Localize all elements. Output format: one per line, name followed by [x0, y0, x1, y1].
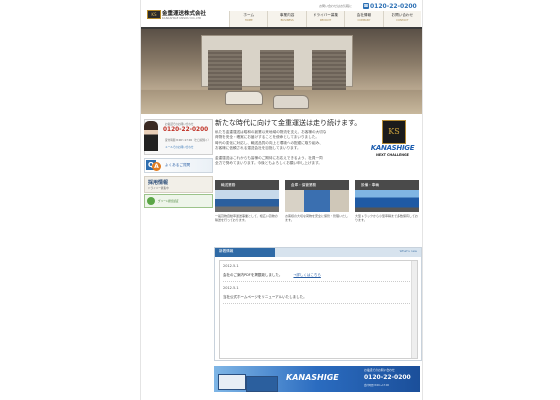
- global-nav: ホーム HOME 事業内容 BUSINESS ドライバー募集 RECRUIT 会社情報…: [229, 11, 422, 27]
- service-desc: 一般貨物自動車運送事業として、幅広い貨物の輸送を行っております。: [215, 214, 278, 223]
- green-cert-label: グリーン経営認証: [158, 200, 179, 203]
- footer-hours: 受付時間 8:00〜17:00: [364, 384, 389, 387]
- nav-label-en: RECRUIT: [319, 19, 332, 22]
- recruit-sub: ドライバー募集中: [148, 187, 169, 190]
- intro-line: 全力で努めてまいります。今後ともよろしくお願い申し上げます。: [215, 161, 322, 165]
- garage-door: [208, 50, 242, 90]
- nav-recruit[interactable]: ドライバー募集 RECRUIT: [305, 11, 345, 27]
- service-title: 倉庫・保管業務: [285, 180, 349, 190]
- brand-logo: KS KANASHIGE NEXT CHALLENGE: [370, 120, 415, 160]
- news-date: 2012.5.1: [223, 286, 239, 290]
- sidebar-phone-number[interactable]: 0120-22-0200: [163, 127, 208, 133]
- recruit-banner[interactable]: 採用情報 ドライバー募集中: [144, 176, 213, 193]
- green-cert-banner[interactable]: グリーン経営認証: [144, 194, 213, 208]
- news-divider: [223, 281, 414, 282]
- truck-image: [246, 376, 278, 392]
- sidebar-contact-label: お電話でのお問い合わせ: [165, 123, 194, 126]
- faq-label: よくあるご質問: [165, 163, 191, 167]
- inquiry-label: お問い合わせはお気軽に: [319, 4, 353, 8]
- nav-label: ドライバー募集: [312, 13, 339, 17]
- service-card-transport[interactable]: 輸送業務 一般貨物自動車運送事業として、幅広い貨物の輸送を行っております。: [215, 180, 279, 235]
- service-card-equipment[interactable]: 設備・車輌 大型トラックから小型車輌まで多数保有しております。: [355, 180, 419, 235]
- nav-home[interactable]: ホーム HOME: [229, 11, 268, 27]
- footer-banner[interactable]: KANASHIGE お電話でのお問い合わせ 0120-22-0200 受付時間 …: [214, 366, 420, 392]
- nav-label-en: COMPANY: [357, 19, 371, 22]
- nav-label-en: BUSINESS: [280, 19, 294, 22]
- news-date: 2012.5.1: [223, 264, 239, 268]
- nav-label: 事業内容: [279, 13, 295, 17]
- footer-phone-number[interactable]: 0120-22-0200: [364, 374, 411, 381]
- service-desc: お客様の大切な荷物を安全に保管・管理いたします。: [285, 214, 349, 223]
- brand-tagline: NEXT CHALLENGE: [376, 153, 409, 157]
- hero-building: [201, 35, 353, 90]
- header-phone-number[interactable]: 0120-22-0200: [370, 3, 417, 10]
- brand-wordmark: KANASHIGE: [370, 144, 415, 152]
- sidebar-mail-link[interactable]: メールでのお問い合わせ: [165, 145, 194, 149]
- page-container: KS 金重運送株式会社 KANASHIGE UNSOU CO.,LTD お問い合…: [140, 0, 423, 400]
- service-card-warehouse[interactable]: 倉庫・保管業務 お客様の大切な荷物を安全に保管・管理いたします。: [285, 180, 349, 235]
- news-list[interactable]: 2012.5.1 会社のご案内PDFを掲載致しました。 →詳しくはこちら 201…: [219, 260, 418, 359]
- ks-emblem-icon: KS: [382, 120, 406, 144]
- intro-line: 荷物を安全・確実にお届けすることを使命としてまいりました。: [215, 135, 319, 139]
- a-icon: A: [152, 162, 161, 171]
- news-scrollbar[interactable]: [411, 261, 417, 358]
- faq-banner[interactable]: Q A よくあるご質問: [144, 158, 213, 173]
- garage-door: [260, 50, 294, 90]
- service-desc: 大型トラックから小型車輌まで多数保有しております。: [355, 214, 418, 223]
- company-logo-icon[interactable]: KS: [147, 10, 161, 19]
- footer-wordmark: KANASHIGE: [286, 373, 339, 382]
- news-more-link[interactable]: What's new: [400, 249, 417, 253]
- news-header: 新着情報 What's new: [215, 248, 421, 257]
- recruit-label: 採用情報: [148, 180, 169, 186]
- service-title: 設備・車輌: [355, 180, 419, 190]
- intro-line: お客様に信頼される運送会社を目指してまいります。: [215, 146, 301, 150]
- service-title: 輸送業務: [215, 180, 279, 190]
- footer-inquiry-label: お電話でのお問い合わせ: [364, 368, 395, 372]
- nav-business[interactable]: 事業内容 BUSINESS: [267, 11, 306, 27]
- hero-car: [225, 91, 263, 105]
- nav-label: お問い合わせ: [391, 13, 414, 17]
- garage-door: [312, 50, 346, 90]
- nav-company[interactable]: 会社情報 COMPANY: [344, 11, 383, 27]
- news-divider: [223, 303, 414, 304]
- news-item: 会社のご案内PDFを掲載致しました。 →詳しくはこちら: [223, 273, 321, 278]
- service-image: [285, 190, 349, 212]
- news-panel: 新着情報 What's new 2012.5.1 会社のご案内PDFを掲載致しま…: [214, 247, 422, 361]
- nav-label-en: HOME: [244, 19, 253, 22]
- news-text: 当社公式ホームページをリニューアルいたしました。: [223, 295, 307, 299]
- truck-image: [218, 374, 246, 390]
- hero-car: [273, 95, 309, 109]
- news-title: 新着情報: [219, 249, 234, 253]
- staff-photo: [144, 121, 158, 151]
- leaf-icon: [147, 197, 155, 205]
- news-detail-link[interactable]: →詳しくはこちら: [293, 273, 320, 277]
- news-text: 会社のご案内PDFを掲載致しました。: [223, 273, 283, 277]
- nav-label: ホーム: [243, 13, 255, 17]
- service-image: [355, 190, 419, 212]
- service-image: [215, 190, 279, 212]
- nav-label: 会社情報: [356, 13, 372, 17]
- main-heading: 新たな時代に向けて金重運送は走り続けます。: [215, 119, 362, 127]
- hero-photo: [141, 29, 422, 114]
- nav-label-en: CONTACT: [396, 19, 409, 22]
- phone-icon: ☎: [363, 3, 369, 9]
- nav-contact[interactable]: お問い合わせ CONTACT: [382, 11, 422, 27]
- sidebar-hours: 受付時間 8:00〜17:00（土日祝除く）: [165, 139, 211, 142]
- company-name-en: KANASHIGE UNSOU CO.,LTD: [162, 16, 202, 20]
